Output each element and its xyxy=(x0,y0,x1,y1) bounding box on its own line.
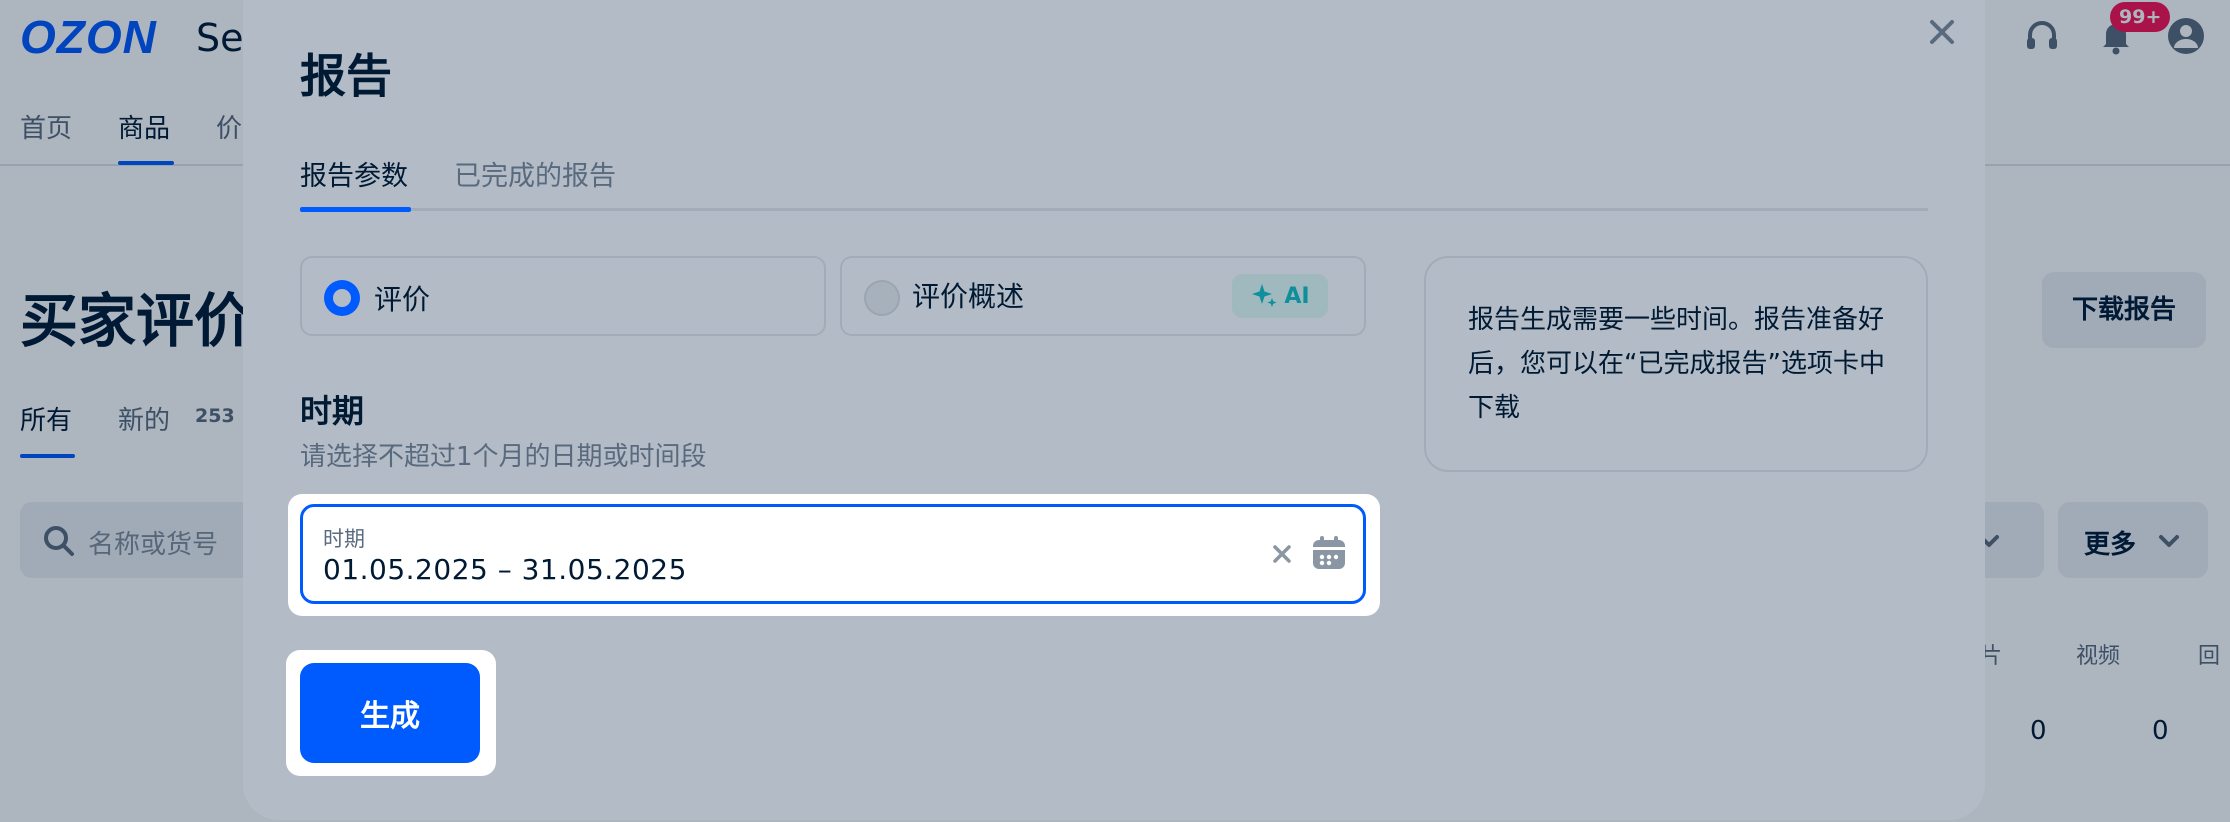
modal-tab-active-indicator xyxy=(300,207,411,212)
radio-selected[interactable] xyxy=(324,280,360,316)
period-field-value: 01.05.2025 – 31.05.2025 xyxy=(323,553,687,586)
option-review-summary-label: 评价概述 xyxy=(912,280,1025,313)
clear-icon[interactable] xyxy=(1267,539,1297,569)
option-reviews[interactable]: 评价 xyxy=(300,256,826,336)
tab-report-params[interactable]: 报告参数 xyxy=(300,154,408,193)
calendar-icon[interactable] xyxy=(1309,533,1349,573)
modal-title: 报告 xyxy=(300,49,392,103)
ai-badge: AI xyxy=(1232,274,1328,318)
tab-completed-reports[interactable]: 已完成的报告 xyxy=(454,154,616,193)
generate-button[interactable]: 生成 xyxy=(300,663,480,763)
ai-badge-label: AI xyxy=(1284,283,1310,309)
option-reviews-label: 评价 xyxy=(374,283,431,316)
period-title: 时期 xyxy=(300,392,365,430)
info-text: 报告生成需要一些时间。报告准备好后，您可以在“已完成报告”选项卡中下载 xyxy=(1468,305,1885,423)
sparkle-icon xyxy=(1252,284,1277,307)
period-hint: 请选择不超过1个月的日期或时间段 xyxy=(300,442,707,472)
info-box: 报告生成需要一些时间。报告准备好后，您可以在“已完成报告”选项卡中下载 xyxy=(1424,256,1928,472)
period-date-field[interactable]: 时期 01.05.2025 – 31.05.2025 xyxy=(300,504,1366,604)
close-icon xyxy=(1930,20,1954,44)
radio-unselected[interactable] xyxy=(864,280,900,316)
period-field-label: 时期 xyxy=(323,527,365,551)
modal-tabs-divider xyxy=(300,208,1928,211)
close-button[interactable] xyxy=(1922,12,1962,52)
option-review-summary[interactable]: 评价概述 AI xyxy=(840,256,1366,336)
